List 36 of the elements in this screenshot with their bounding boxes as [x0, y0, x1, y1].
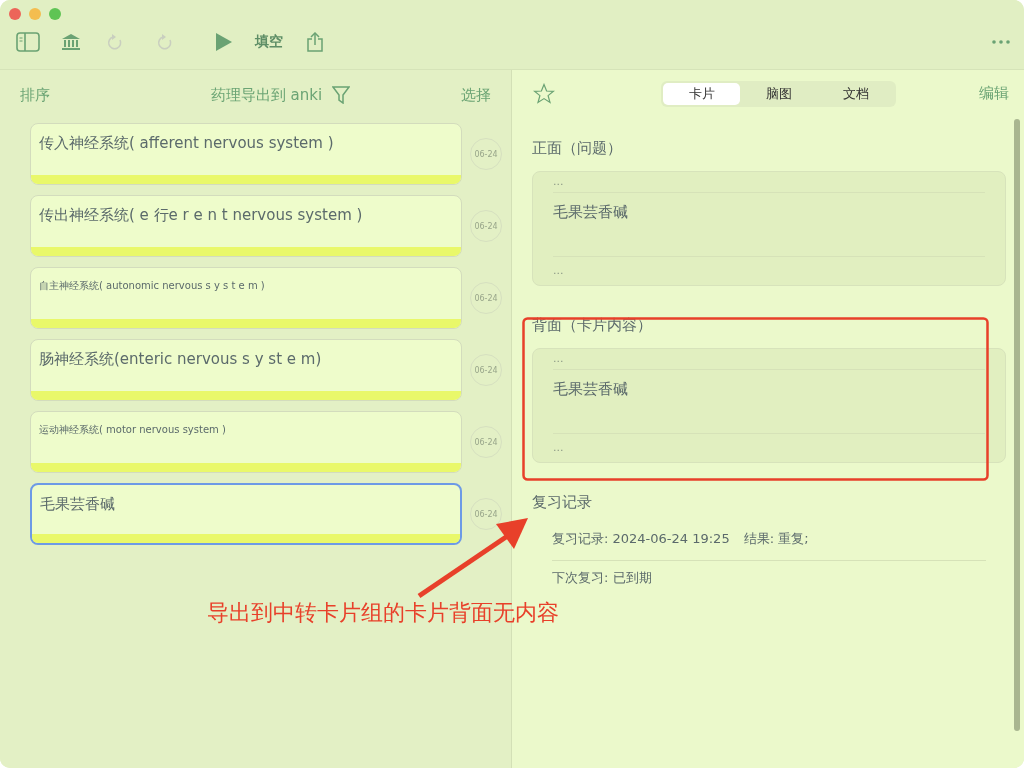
- card-title: 自主神经系统( autonomic nervous s y s t e m ): [38, 279, 266, 293]
- play-icon[interactable]: [215, 32, 233, 52]
- minimize-button[interactable]: [29, 8, 41, 20]
- card-title: 传入神经系统( afferent nervous system ): [38, 133, 335, 153]
- view-tab[interactable]: 卡片: [663, 82, 740, 105]
- view-tab[interactable]: 文档: [817, 82, 894, 105]
- card-item[interactable]: 传入神经系统( afferent nervous system ): [30, 123, 462, 185]
- zoom-button[interactable]: [49, 8, 61, 20]
- card-title: 肠神经系统(enteric nervous s y st e m): [38, 349, 323, 369]
- view-tab[interactable]: 脑图: [740, 82, 817, 105]
- card-title: 毛果芸香碱: [39, 494, 116, 514]
- share-icon[interactable]: [307, 32, 323, 52]
- review-record: 复习记录: 2024-06-24 19:25: [552, 531, 730, 546]
- more-icon[interactable]: [992, 40, 1010, 44]
- star-icon[interactable]: [533, 82, 555, 105]
- card-item[interactable]: 运动神经系统( motor nervous system ): [30, 411, 462, 473]
- deck-title: 药理导出到 anki: [210, 85, 323, 105]
- sidebar-icon[interactable]: [16, 32, 40, 52]
- scrollbar[interactable]: [1014, 119, 1020, 731]
- card-title: 传出神经系统( e 行e r e n t nervous system ): [38, 205, 364, 225]
- section-title: 正面（问题）: [532, 139, 623, 158]
- card-title: 运动神经系统( motor nervous system ): [38, 423, 227, 437]
- filter-icon[interactable]: [332, 86, 351, 104]
- review-result: 结果: 重复;: [743, 531, 809, 546]
- content-text: 毛果芸香碱: [553, 202, 629, 222]
- card-item[interactable]: 毛果芸香碱: [30, 483, 462, 545]
- content-text: 毛果芸香碱: [553, 379, 629, 399]
- card-item[interactable]: 肠神经系统(enteric nervous s y st e m): [30, 339, 462, 401]
- section-title: 复习记录: [532, 493, 593, 512]
- card-item[interactable]: 自主神经系统( autonomic nervous s y s t e m ): [30, 267, 462, 329]
- bank-icon[interactable]: [61, 33, 81, 51]
- next-review: 下次复习: 已到期: [552, 569, 653, 587]
- fill-blank-button[interactable]: 填空: [255, 33, 283, 51]
- close-button[interactable]: [9, 8, 21, 20]
- annotation-text: 导出到中转卡片组的卡片背面无内容: [207, 599, 559, 627]
- card-item[interactable]: 传出神经系统( e 行e r e n t nervous system ): [30, 195, 462, 257]
